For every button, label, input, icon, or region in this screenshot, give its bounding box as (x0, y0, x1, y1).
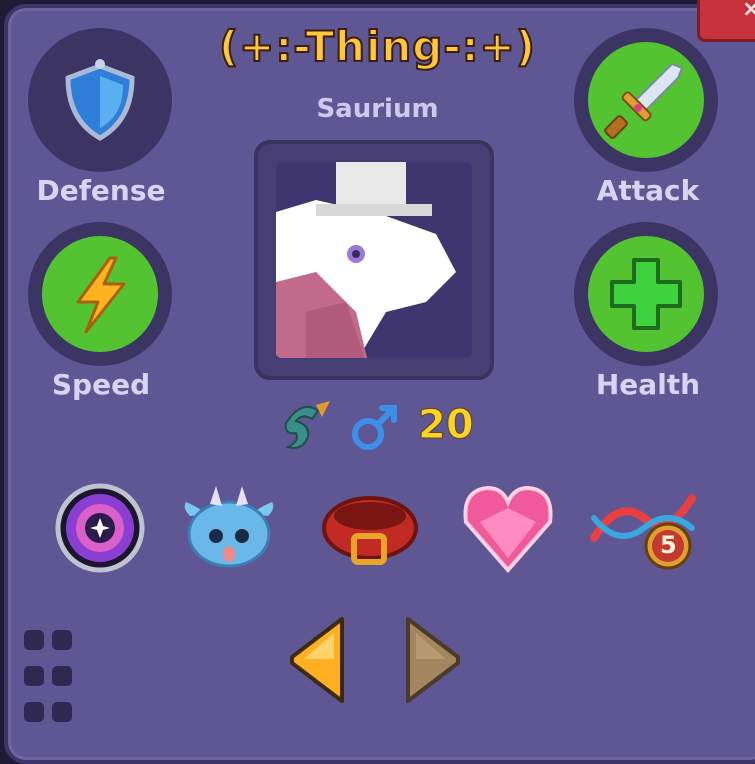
dna-level-badge: 5 (660, 531, 677, 559)
dna-item[interactable]: 5 (588, 478, 700, 578)
left-arrow-icon (290, 617, 344, 703)
grid-dot-icon (52, 666, 72, 686)
grid-menu-button[interactable] (24, 630, 76, 722)
speed-label: Speed (51, 368, 151, 401)
speed-stat-button[interactable] (28, 222, 172, 366)
grid-dot-icon (24, 666, 44, 686)
shield-icon (65, 59, 135, 141)
dna-5-icon (590, 494, 696, 570)
attack-stat-button[interactable] (574, 28, 718, 172)
dragon-hat-item[interactable] (176, 478, 276, 578)
sword-icon (604, 62, 684, 139)
vortex-orb-item[interactable] (52, 478, 152, 578)
male-symbol-icon (352, 405, 397, 450)
attack-label: Attack (596, 174, 700, 207)
right-arrow-icon (406, 617, 460, 703)
pet-portrait (254, 140, 494, 380)
grid-dot-icon (52, 630, 72, 650)
health-stat-button[interactable] (574, 222, 718, 366)
health-plus-icon (610, 258, 682, 330)
close-icon: × (742, 0, 755, 22)
red-collar-icon (322, 496, 418, 565)
blue-dragon-hat-icon (184, 486, 274, 568)
lightning-bolt-icon (76, 256, 126, 334)
health-label: Health (595, 368, 701, 401)
next-pet-button[interactable] (404, 615, 464, 705)
heart-gem-item[interactable] (458, 478, 558, 578)
defense-stat-button[interactable] (28, 28, 172, 172)
pet-level: 20 (418, 402, 475, 449)
pink-heart-gem-icon (463, 485, 553, 574)
grid-dot-icon (24, 702, 44, 722)
defense-label: Defense (36, 174, 166, 207)
grid-dot-icon (52, 702, 72, 722)
vortex-orb-icon (55, 483, 145, 573)
previous-pet-button[interactable] (286, 615, 346, 705)
dragon-family-icon (284, 401, 330, 449)
saurium-pet-image (276, 162, 472, 358)
red-collar-item[interactable] (318, 478, 418, 578)
grid-dot-icon (24, 630, 44, 650)
